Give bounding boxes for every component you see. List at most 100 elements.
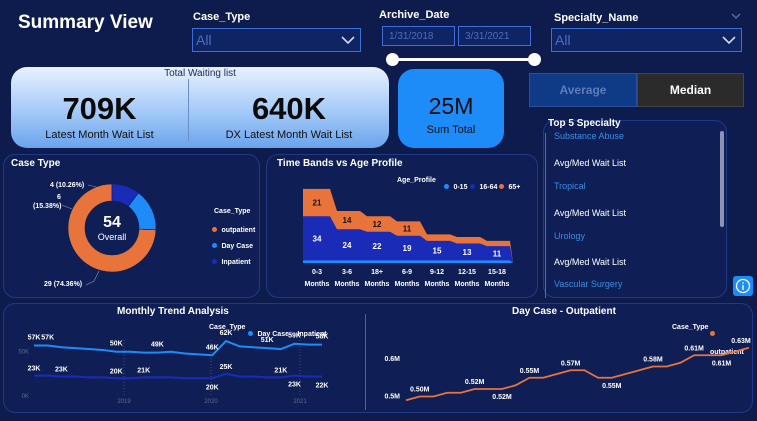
case-type-slicer-label: Case_Type [193,11,251,23]
x-tick-label: 6-9 [402,269,412,276]
specialty-metric: Avg/Med Wait List [554,208,627,218]
x-tick-label: 18+ [371,269,383,276]
dx-latest-wait-list-value: 640K [251,91,327,126]
specialty-value: All [555,32,571,48]
x-tick-label: 3-6 [342,269,352,276]
area-data-label: 14 [343,216,352,225]
latest-wait-list-value: 709K [62,91,137,126]
donut-center-value: 54 [103,214,121,231]
donut-data-label: 4 (10.26%) [50,182,84,189]
y-tick-label: 0.6M [384,356,400,363]
x-tick-label: Months [485,281,510,288]
area-data-label: 22 [373,242,382,251]
line-data-label: 46K [206,344,219,351]
trend-line-charts: 50K 0K 2019 2020 2021 57K 57K 50K 49K 46K62K 51K 59… [18,330,751,405]
line-data-label: 23K [288,382,301,389]
line-series-outpatient [405,346,750,402]
line-data-label: 25K [220,364,233,371]
x-tick-label: 12-15 [458,269,476,276]
x-tick-label: Months [455,281,480,288]
line-data-label: 0.61M [684,345,704,352]
specialty-name[interactable]: Substance Abuse [554,131,624,141]
average-toggle-button[interactable]: Average [529,73,637,107]
archive-date-slicer-label: Archive_Date [379,9,450,21]
archive-start-date-input[interactable]: 1/31/2018 [382,26,455,46]
donut-data-label: 29 (74.36%) [44,281,82,288]
latest-wait-list-label: Latest Month Wait List [45,129,154,141]
line-data-label: 20K [110,368,123,375]
line-data-label: 0.50M [410,387,430,394]
archive-end-date-input[interactable]: 3/31/2021 [458,26,531,46]
line-data-label: 0.63M [731,338,751,345]
specialty-name[interactable]: Vascular Surgery [554,279,622,289]
legend-marker [212,227,217,232]
x-tick-label: Months [425,281,450,288]
specialty-metric: Avg/Med Wait List [554,158,627,168]
specialty-scrollbar[interactable] [720,131,724,227]
line-series-inpatient [34,372,322,380]
x-tick-label: Months [335,281,360,288]
sum-total-kpi-card: 25M Sum Total [398,69,504,148]
donut-leader-line [85,270,100,286]
legend-marker [212,259,217,264]
y-tick-label: 0.5M [384,394,400,401]
chevron-down-icon [722,36,736,45]
legend-label: Day Case [221,243,253,250]
donut-center-label: Overall [98,232,127,242]
x-tick-label: 9-12 [430,269,444,276]
area-data-label: 15 [433,247,442,256]
line-data-label: 21K [137,367,150,374]
specialty-slicer-label: Specialty_Name [554,12,639,24]
x-tick-label: Months [395,281,420,288]
top-specialty-title: Top 5 Specialty [548,118,621,129]
date-range-slider-track [392,58,534,61]
case-type-dropdown[interactable]: All [192,28,361,52]
line-data-label: 23K [55,367,68,374]
x-tick-label: 15-18 [488,269,506,276]
legend-label: outpatient [221,227,256,234]
area-data-label: 34 [313,234,322,243]
line-data-label: 0.55M [520,368,540,375]
median-toggle-button[interactable]: Median [637,73,744,107]
area-series-0-15 [303,260,513,263]
line-data-label: 0.61M [712,360,732,367]
donut-data-label: (15.38%) [33,203,61,210]
sum-total-label: Sum Total [426,124,476,136]
line-data-label: 20K [206,384,219,391]
kpi-card-title: Total Waiting list [164,68,236,79]
line-data-label: 49K [151,342,164,349]
line-data-label: 58K [316,334,329,341]
time-bands-panel: Time Bands vs Age Profile Age_Profile 0-… [266,154,538,298]
panel-left-border [545,133,546,298]
date-range-end-handle[interactable] [528,53,541,66]
line-data-label: 21K [274,367,287,374]
y-tick-label: 50K [18,350,29,356]
case-type-value: All [196,32,212,48]
specialty-name[interactable]: Tropical [554,181,586,191]
legend-item-inpatient[interactable]: Inpatient [212,251,251,269]
line-data-label: 59K [288,333,301,340]
date-range-start-handle[interactable] [386,53,399,66]
specialty-dropdown[interactable]: All [551,28,742,52]
waiting-list-kpi-card: Total Waiting list 709K Latest Month Wai… [11,67,389,148]
x-tick-label: 2020 [204,399,218,405]
y-tick-label: 0K [22,394,29,400]
chevron-down-icon[interactable] [730,11,742,21]
line-data-label: 57K [41,335,54,342]
legend-label: Inpatient [221,259,251,266]
line-data-label: 0.57M [561,360,581,367]
area-data-label: 11 [403,225,412,234]
x-tick-label: Months [365,281,390,288]
chevron-down-icon [341,36,355,45]
x-tick-label: 0-3 [312,269,322,276]
info-icon[interactable] [733,276,753,296]
x-tick-label: Months [305,281,330,288]
area-data-label: 19 [403,244,412,253]
line-data-label: 0.55M [602,383,622,390]
line-data-label: 62K [220,330,233,337]
line-data-label: 0.52M [492,394,512,401]
specialty-name[interactable]: Urology [554,231,585,241]
dx-latest-wait-list-label: DX Latest Month Wait List [225,129,353,141]
case-type-panel: Case Type 54 Overall 29 (74.36%) 6 (15.38%) 4… [3,154,260,298]
x-tick-label: 2021 [293,399,307,405]
